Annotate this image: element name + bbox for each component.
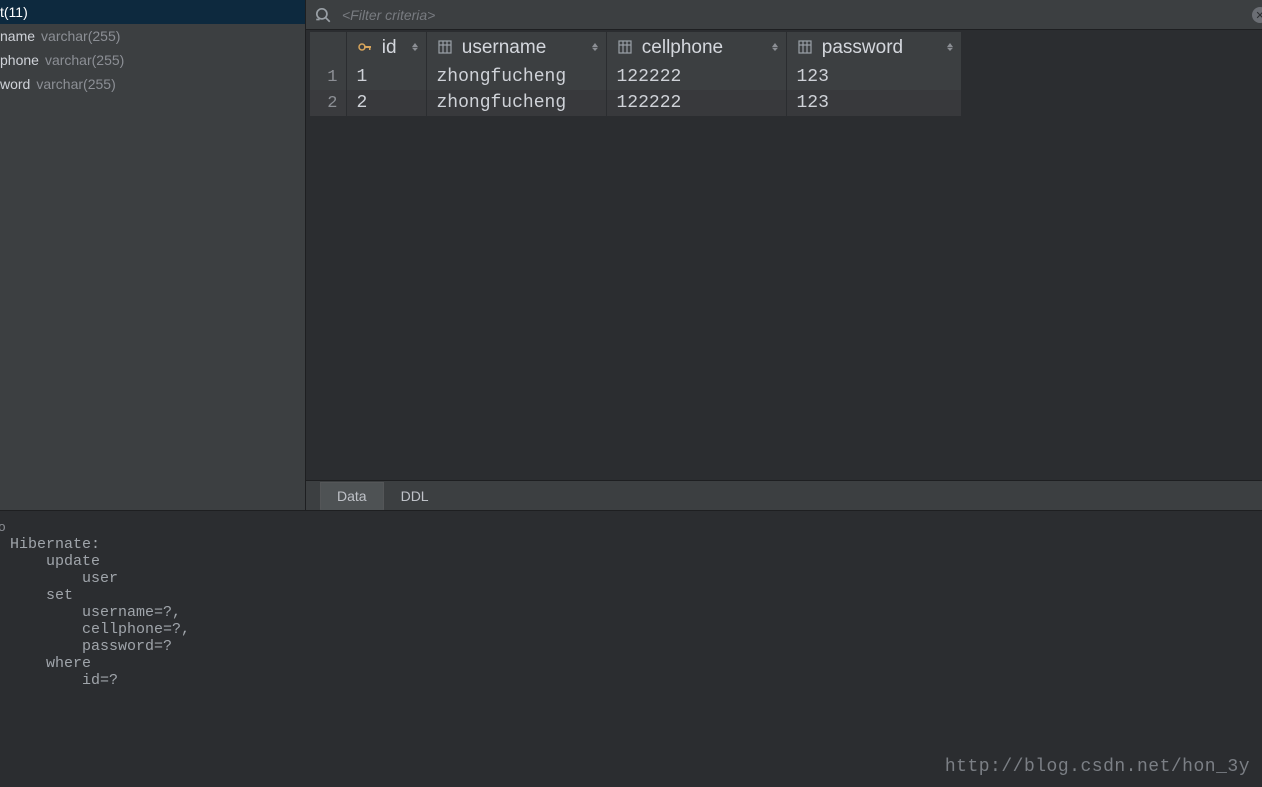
- col-header-label: username: [462, 37, 547, 58]
- col-name-fragment: phone: [0, 52, 39, 68]
- col-header-label: id: [382, 37, 397, 58]
- watermark: http://blog.csdn.net/hon_3y: [945, 757, 1250, 777]
- cell-id[interactable]: 2: [346, 90, 426, 116]
- sort-icon[interactable]: [945, 40, 955, 54]
- col-header-label: cellphone: [642, 37, 723, 58]
- console-marker: o: [0, 520, 6, 535]
- col-name-fragment: t(11): [0, 4, 28, 20]
- grid-corner: [310, 32, 346, 64]
- cell-id[interactable]: 1: [346, 64, 426, 90]
- table-row[interactable]: 2 2 zhongfucheng 122222 123: [310, 90, 961, 116]
- row-number: 1: [310, 64, 346, 90]
- column-icon: [797, 39, 813, 55]
- search-icon[interactable]: [314, 6, 332, 24]
- col-header-username[interactable]: username: [426, 32, 606, 64]
- col-header-password[interactable]: password: [786, 32, 961, 64]
- col-type: varchar(255): [45, 52, 124, 68]
- schema-col-id[interactable]: t(11): [0, 0, 305, 24]
- col-name-fragment: name: [0, 28, 35, 44]
- table-row[interactable]: 1 1 zhongfucheng 122222 123: [310, 64, 961, 90]
- sql-console: o Hibernate: update user set username=?,…: [0, 510, 1262, 787]
- schema-col-cellphone[interactable]: phone varchar(255): [0, 48, 305, 72]
- sort-icon[interactable]: [770, 40, 780, 54]
- schema-column-list: t(11) name varchar(255) phone varchar(25…: [0, 0, 306, 510]
- cell-password[interactable]: 123: [786, 64, 961, 90]
- data-view: ✕ id: [306, 0, 1262, 510]
- col-header-cellphone[interactable]: cellphone: [606, 32, 786, 64]
- key-icon: [357, 39, 373, 55]
- filter-input[interactable]: [342, 7, 1254, 23]
- sort-icon[interactable]: [590, 40, 600, 54]
- col-type: varchar(255): [41, 28, 120, 44]
- close-icon[interactable]: ✕: [1252, 7, 1262, 23]
- cell-username[interactable]: zhongfucheng: [426, 90, 606, 116]
- col-name-fragment: word: [0, 76, 30, 92]
- bottom-tab-bar: Data DDL: [306, 480, 1262, 510]
- column-icon: [437, 39, 453, 55]
- col-header-id[interactable]: id: [346, 32, 426, 64]
- col-type: varchar(255): [36, 76, 115, 92]
- schema-col-username[interactable]: name varchar(255): [0, 24, 305, 48]
- console-text: Hibernate: update user set username=?, c…: [0, 536, 1262, 689]
- cell-cellphone[interactable]: 122222: [606, 90, 786, 116]
- column-icon: [617, 39, 633, 55]
- row-number: 2: [310, 90, 346, 116]
- cell-password[interactable]: 123: [786, 90, 961, 116]
- result-grid: id username: [306, 30, 1262, 480]
- tab-data[interactable]: Data: [320, 482, 384, 510]
- schema-col-password[interactable]: word varchar(255): [0, 72, 305, 96]
- sort-icon[interactable]: [410, 40, 420, 54]
- filter-bar: ✕: [306, 0, 1262, 30]
- tab-ddl[interactable]: DDL: [384, 482, 446, 510]
- col-header-label: password: [822, 37, 903, 58]
- cell-cellphone[interactable]: 122222: [606, 64, 786, 90]
- cell-username[interactable]: zhongfucheng: [426, 64, 606, 90]
